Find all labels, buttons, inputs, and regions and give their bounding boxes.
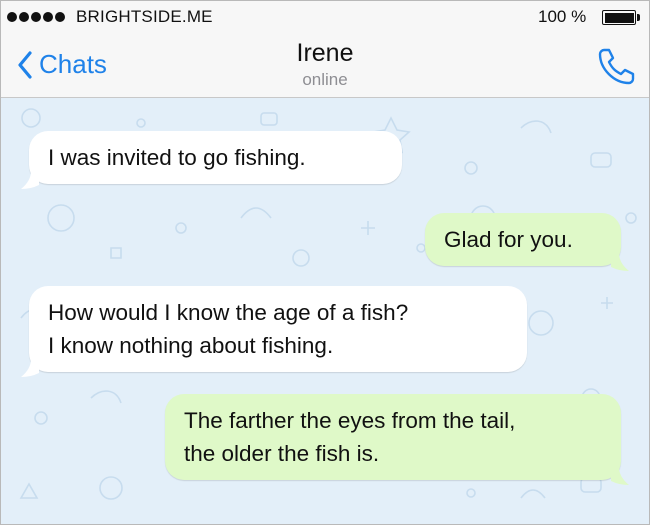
call-button[interactable]: [595, 44, 639, 88]
bubble-tail: [21, 359, 39, 377]
signal-dots-icon: [7, 12, 65, 22]
bubble-tail: [611, 253, 629, 271]
contact-name: Irene: [296, 39, 354, 67]
battery-percentage: 100 %: [538, 7, 587, 26]
battery-icon: [602, 10, 636, 25]
outgoing-message-bubble[interactable]: The farther the eyes from the tail, the o…: [165, 394, 621, 480]
message-text-line: How would I know the age of a fish?: [48, 300, 409, 325]
bubble-tail: [611, 467, 629, 485]
carrier-label: BRIGHTSIDE.ME: [76, 7, 213, 26]
outgoing-message-bubble[interactable]: Glad for you.: [425, 213, 621, 266]
status-bar: BRIGHTSIDE.ME 100 %: [1, 1, 649, 35]
phone-screen: BRIGHTSIDE.ME 100 % Chats Irene online I…: [0, 0, 650, 525]
message-text-line: I know nothing about fishing.: [48, 333, 334, 358]
message-text-line: Glad for you.: [444, 227, 573, 252]
battery-tip: [637, 14, 640, 21]
chat-header: Chats Irene online: [1, 35, 649, 98]
incoming-message-bubble[interactable]: How would I know the age of a fish? I kno…: [29, 286, 527, 372]
bubble-tail: [21, 171, 39, 189]
contact-info[interactable]: Irene online: [1, 39, 649, 90]
message-text-line: the older the fish is.: [184, 441, 380, 466]
message-text-line: I was invited to go fishing.: [48, 145, 306, 170]
phone-icon: [595, 48, 639, 92]
contact-status: online: [302, 70, 348, 89]
message-text-line: The farther the eyes from the tail,: [184, 408, 516, 433]
incoming-message-bubble[interactable]: I was invited to go fishing.: [29, 131, 402, 184]
